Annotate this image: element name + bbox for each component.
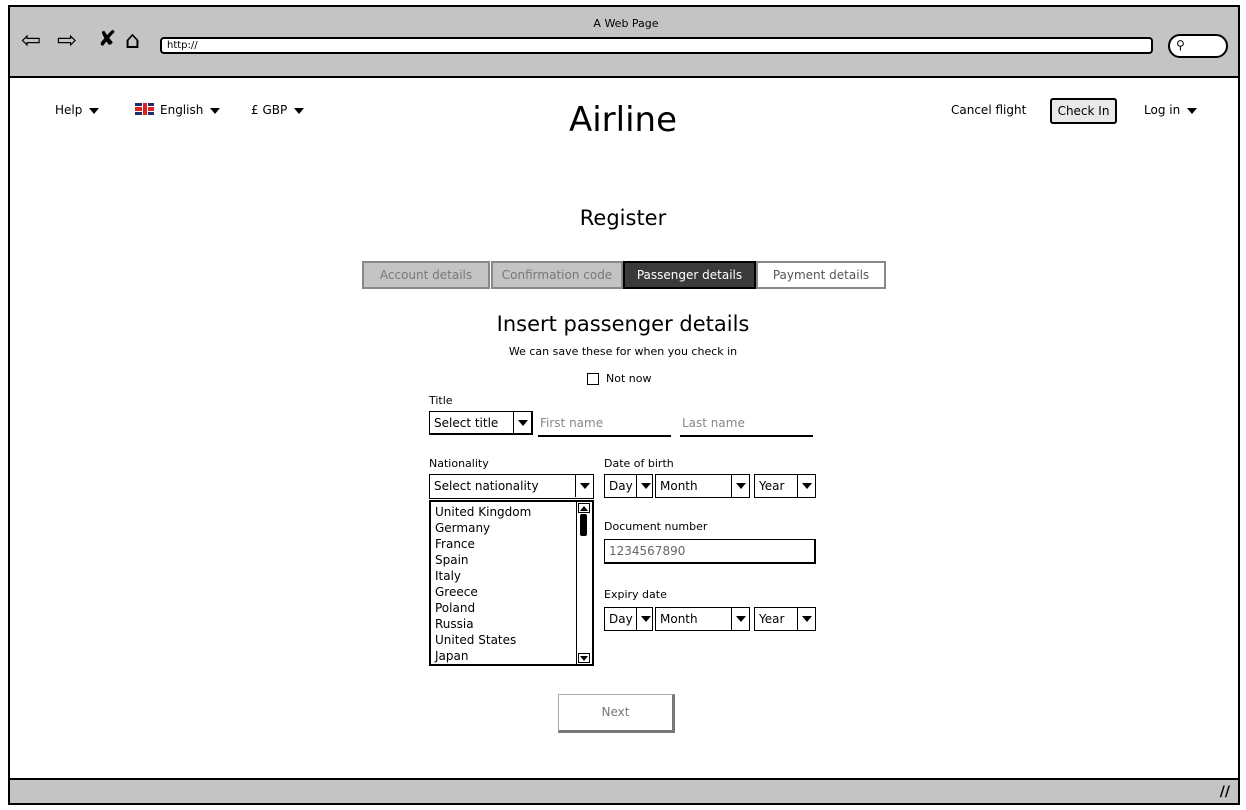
- list-item[interactable]: Spain: [435, 552, 469, 568]
- chevron-down-icon: [513, 412, 531, 433]
- expiry-date-label: Expiry date: [604, 588, 667, 601]
- chevron-down-icon: [797, 608, 815, 630]
- dob-label: Date of birth: [604, 457, 674, 470]
- search-icon: ⚲: [1176, 38, 1185, 52]
- expiry-year-value: Year: [759, 612, 785, 626]
- not-now-label: Not now: [606, 372, 652, 385]
- url-bar[interactable]: http://: [160, 37, 1153, 54]
- list-item[interactable]: Greece: [435, 584, 478, 600]
- title-label: Title: [429, 394, 453, 407]
- list-item[interactable]: France: [435, 536, 475, 552]
- nationality-select[interactable]: Select nationality: [429, 474, 594, 499]
- step-passenger-details[interactable]: Passenger details: [623, 261, 756, 289]
- login-label: Log in: [1144, 103, 1181, 117]
- scroll-up-icon[interactable]: [578, 503, 590, 513]
- scroll-down-icon[interactable]: [578, 653, 590, 663]
- login-menu[interactable]: Log in: [1144, 103, 1197, 117]
- dob-year-value: Year: [759, 479, 785, 493]
- chevron-down-icon: [636, 475, 652, 497]
- dob-month-select[interactable]: Month: [655, 474, 750, 498]
- chevron-down-icon: [575, 475, 593, 497]
- nationality-listbox[interactable]: United Kingdom Germany France Spain Ital…: [429, 500, 594, 666]
- list-item[interactable]: Russia: [435, 616, 474, 632]
- list-item[interactable]: Japan: [435, 648, 468, 664]
- title-select-value: Select title: [434, 416, 499, 430]
- nationality-label: Nationality: [429, 457, 489, 470]
- step-payment-details[interactable]: Payment details: [756, 261, 886, 289]
- document-number-input[interactable]: 1234567890: [604, 539, 816, 564]
- nationality-select-value: Select nationality: [434, 479, 539, 493]
- browser-statusbar: //: [8, 778, 1240, 805]
- step-confirmation-code[interactable]: Confirmation code: [491, 261, 623, 289]
- first-name-input[interactable]: First name: [538, 413, 671, 437]
- check-in-button[interactable]: Check In: [1050, 98, 1117, 124]
- dob-day-value: Day: [609, 479, 633, 493]
- list-item[interactable]: Italy: [435, 568, 461, 584]
- last-name-input[interactable]: Last name: [680, 413, 813, 437]
- home-icon[interactable]: ⌂: [125, 26, 140, 54]
- chevron-down-icon: [731, 608, 749, 630]
- step-account-details[interactable]: Account details: [362, 261, 490, 289]
- chevron-down-icon: [636, 608, 652, 630]
- expiry-month-value: Month: [660, 612, 698, 626]
- resize-grip-icon[interactable]: //: [1220, 784, 1230, 800]
- expiry-day-select[interactable]: Day: [604, 607, 653, 631]
- dob-year-select[interactable]: Year: [754, 474, 816, 498]
- chevron-down-icon: [731, 475, 749, 497]
- browser-search-button[interactable]: ⚲: [1168, 34, 1228, 58]
- chevron-down-icon: [797, 475, 815, 497]
- scroll-thumb[interactable]: [580, 514, 587, 536]
- forward-arrow-icon[interactable]: ⇨: [57, 26, 77, 54]
- expiry-day-value: Day: [609, 612, 633, 626]
- form-subheading: We can save these for when you check in: [508, 345, 738, 358]
- list-item[interactable]: Germany: [435, 520, 490, 536]
- next-button[interactable]: Next: [558, 694, 675, 733]
- list-item[interactable]: Poland: [435, 600, 475, 616]
- list-item[interactable]: United Kingdom: [435, 504, 531, 520]
- page-title: Register: [579, 206, 667, 230]
- listbox-scrollbar[interactable]: [576, 502, 592, 664]
- not-now-checkbox[interactable]: [587, 373, 599, 385]
- expiry-month-select[interactable]: Month: [655, 607, 750, 631]
- expiry-year-select[interactable]: Year: [754, 607, 816, 631]
- dob-day-select[interactable]: Day: [604, 474, 653, 498]
- stop-icon[interactable]: ✘: [98, 26, 116, 54]
- window-title: A Web Page: [593, 17, 659, 30]
- dob-month-value: Month: [660, 479, 698, 493]
- document-number-label: Document number: [604, 520, 708, 533]
- form-heading: Insert passenger details: [496, 312, 750, 336]
- list-item[interactable]: United States: [435, 632, 516, 648]
- title-select[interactable]: Select title: [429, 411, 533, 435]
- cancel-flight-link[interactable]: Cancel flight: [951, 103, 1026, 117]
- back-arrow-icon[interactable]: ⇦: [21, 26, 41, 54]
